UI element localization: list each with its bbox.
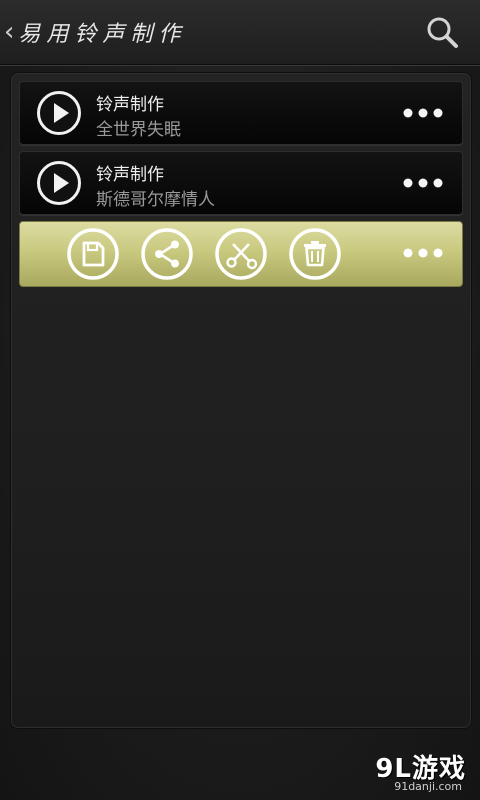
watermark: 9L游戏 91danji.com [366,748,466,796]
header-bar: ‹ 易用铃声制作 [0,0,480,65]
play-icon[interactable] [36,160,82,206]
item-title: 铃声制作 [96,165,164,185]
item-action-bar [19,221,463,287]
watermark-url: 91danji.com [394,780,462,793]
item-subtitle: 全世界失眠 [96,120,181,140]
trash-icon[interactable] [289,228,341,280]
more-icon[interactable] [402,104,444,122]
play-icon[interactable] [36,90,82,136]
back-button[interactable]: ‹ 易用铃声制作 [0,0,186,64]
chevron-left-icon: ‹ [4,17,15,47]
share-icon[interactable] [141,228,193,280]
save-icon[interactable] [67,228,119,280]
item-title: 铃声制作 [96,95,164,115]
list-item[interactable]: 铃声制作 斯德哥尔摩情人 [19,151,463,215]
screen: ‹ 易用铃声制作 铃声制作 全世界失眠 铃声制作 斯德哥尔摩情人 9L游戏 91… [0,0,480,800]
more-icon[interactable] [402,244,444,262]
scissors-icon[interactable] [215,228,267,280]
list-item[interactable]: 铃声制作 全世界失眠 [19,81,463,145]
item-subtitle: 斯德哥尔摩情人 [96,190,215,210]
more-icon[interactable] [402,174,444,192]
app-title: 易用铃声制作 [18,22,187,47]
ringtone-list-panel: 铃声制作 全世界失眠 铃声制作 斯德哥尔摩情人 [10,72,472,729]
search-icon[interactable] [424,14,460,50]
